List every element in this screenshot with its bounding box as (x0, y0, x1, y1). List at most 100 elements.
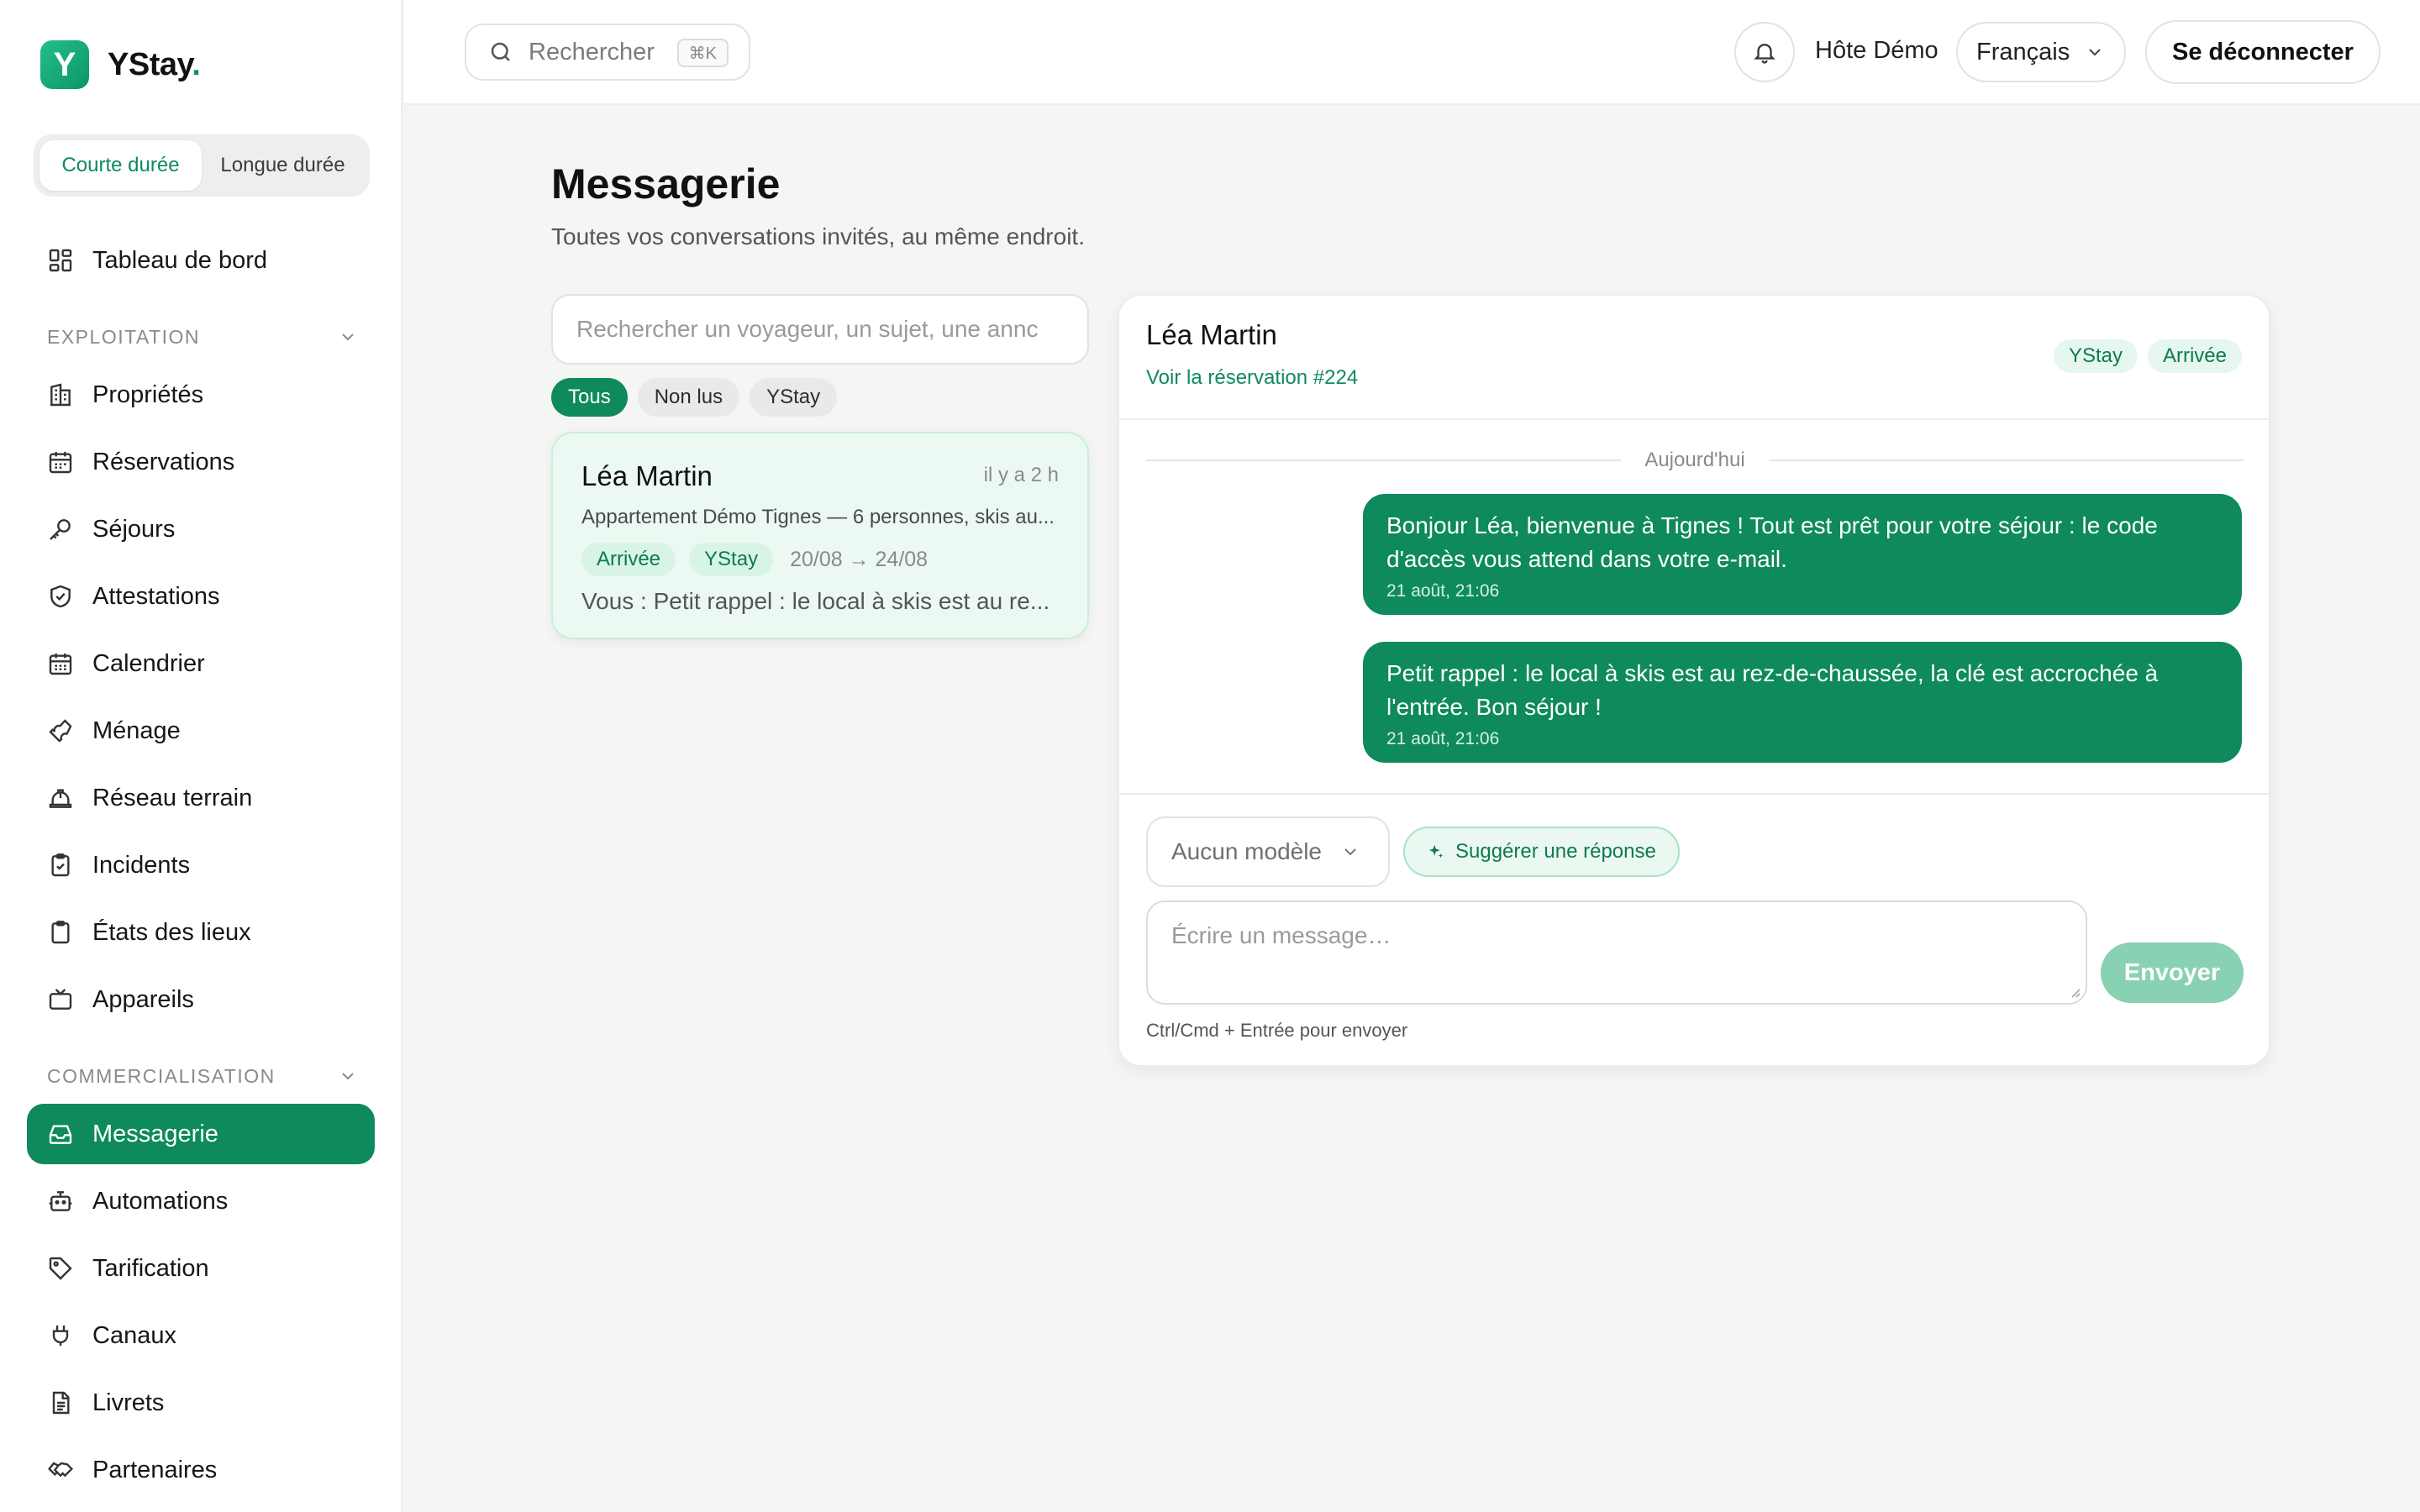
conversation-search-input[interactable]: Rechercher un voyageur, un sujet, une an… (551, 294, 1089, 365)
tab-short-term[interactable]: Courte durée (39, 140, 202, 191)
message-input[interactable]: Écrire un message… (1146, 900, 2087, 1005)
sidebar-item-label: Tableau de bord (92, 246, 267, 274)
divider (1768, 459, 2244, 461)
resize-handle-icon[interactable] (2067, 984, 2081, 998)
chevron-down-icon (342, 333, 354, 341)
clipboard-check-icon (51, 853, 70, 877)
search-placeholder: Rechercher (529, 38, 655, 66)
message-input-placeholder: Écrire un message… (1171, 922, 1392, 948)
sidebar-item-field-network[interactable]: Réseau terrain (27, 768, 375, 828)
notifications-button[interactable] (1734, 22, 1795, 82)
chat-panel: Léa Martin Voir la réservation #224 YSta… (1118, 294, 2270, 1067)
sidebar-item-channels[interactable]: Canaux (27, 1305, 375, 1366)
sidebar-item-label: Incidents (92, 851, 191, 879)
clipboard-icon (51, 921, 70, 944)
bot-icon (49, 1191, 72, 1211)
filter-unread[interactable]: Non lus (637, 378, 740, 417)
status-badge: Arrivée (581, 543, 676, 576)
brand-name-text: YStay (108, 46, 192, 82)
brand-name: YStay. (108, 46, 201, 83)
message-bubble: Petit rappel : le local à skis est au re… (1363, 642, 2242, 763)
calendar-grid-icon (49, 654, 72, 675)
sparkle-icon (1428, 844, 1444, 858)
suggest-reply-button[interactable]: Suggérer une réponse (1403, 827, 1680, 877)
tv-icon (49, 989, 72, 1010)
section-title: COMMERCIALISATION (47, 1064, 276, 1087)
message-bubble: Bonjour Léa, bienvenue à Tignes ! Tout e… (1363, 494, 2242, 615)
sidebar-item-certificates[interactable]: Attestations (27, 566, 375, 627)
status-badge: Arrivée (2147, 339, 2242, 373)
inbox-icon (49, 1125, 72, 1144)
language-select[interactable]: Français (1956, 22, 2126, 82)
shield-check-icon (50, 585, 71, 608)
chat-guest-name: Léa Martin (1146, 319, 1277, 350)
brand-mark-letter: Y (53, 45, 76, 83)
channel-badge: YStay (689, 543, 774, 576)
page-subtitle: Toutes vos conversations invités, au mêm… (551, 223, 1085, 249)
sidebar-item-label: Automations (92, 1187, 229, 1215)
handshake-icon (48, 1462, 74, 1478)
message-text: Bonjour Léa, bienvenue à Tignes ! Tout e… (1386, 512, 2158, 572)
sidebar-item-label: Livrets (92, 1389, 165, 1416)
sidebar-item-label: Partenaires (92, 1456, 218, 1483)
search-icon (491, 42, 510, 61)
rental-mode-toggle: Courte durée Longue durée (34, 134, 370, 197)
sidebar-item-label: Appareils (92, 985, 194, 1013)
section-commercialisation[interactable]: COMMERCIALISATION (47, 1059, 358, 1093)
section-exploitation[interactable]: EXPLOITATION (47, 320, 358, 354)
message-time: 21 août, 21:06 (1386, 729, 1500, 748)
sidebar-item-properties[interactable]: Propriétés (27, 365, 375, 425)
sidebar-item-devices[interactable]: Appareils (27, 969, 375, 1030)
template-value: Aucun modèle (1171, 838, 1323, 864)
brand[interactable]: Y YStay. (40, 40, 201, 89)
filter-ystay[interactable]: YStay (750, 378, 838, 417)
global-search[interactable]: Rechercher ⌘K (465, 24, 750, 81)
chevron-down-icon (1344, 848, 1356, 856)
conversation-time: il y a 2 h (983, 464, 1059, 486)
channel-badge: YStay (2053, 339, 2138, 373)
calendar-icon (49, 452, 72, 474)
sidebar-item-incidents[interactable]: Incidents (27, 835, 375, 895)
tag-icon (49, 1257, 72, 1280)
sidebar-item-stays[interactable]: Séjours (27, 499, 375, 559)
reservation-link[interactable]: Voir la réservation #224 (1146, 366, 1358, 390)
logout-button[interactable]: Se déconnecter (2145, 20, 2381, 84)
sidebar-item-label: Messagerie (92, 1120, 218, 1147)
dashboard-icon (49, 249, 72, 272)
brand-logo-icon: Y (40, 40, 89, 89)
sidebar-item-dashboard[interactable]: Tableau de bord (27, 230, 375, 291)
document-icon (52, 1391, 70, 1415)
chevron-down-icon (342, 1073, 354, 1080)
sidebar-item-label: Réseau terrain (92, 784, 253, 811)
tab-long-term[interactable]: Longue durée (202, 140, 364, 191)
brand-dot: . (192, 46, 201, 82)
page-title: Messagerie (551, 160, 781, 207)
sidebar-item-label: Attestations (92, 582, 220, 610)
sidebar-item-cleaning[interactable]: Ménage (27, 701, 375, 761)
template-select[interactable]: Aucun modèle (1146, 816, 1390, 887)
sidebar-item-reservations[interactable]: Réservations (27, 432, 375, 492)
filter-all[interactable]: Tous (551, 378, 628, 417)
conversation-item[interactable]: Léa Martin il y a 2 h Appartement Démo T… (551, 432, 1089, 639)
wrench-icon (49, 719, 72, 743)
chat-tags: YStay Arrivée (2053, 339, 2242, 373)
sidebar: Y YStay. Courte durée Longue durée Table… (0, 0, 402, 1512)
sidebar-item-automations[interactable]: Automations (27, 1171, 375, 1231)
sidebar-item-calendar[interactable]: Calendrier (27, 633, 375, 694)
section-title: EXPLOITATION (47, 325, 201, 348)
send-button[interactable]: Envoyer (2101, 942, 2244, 1003)
sidebar-item-partners[interactable]: Partenaires (27, 1440, 375, 1500)
chevron-down-icon (2089, 49, 2101, 56)
message-text: Petit rappel : le local à skis est au re… (1386, 660, 2159, 720)
sidebar-item-pricing[interactable]: Tarification (27, 1238, 375, 1299)
sidebar-item-guidebooks[interactable]: Livrets (27, 1373, 375, 1433)
suggest-reply-label: Suggérer une réponse (1455, 840, 1656, 863)
sidebar-item-messaging[interactable]: Messagerie (27, 1104, 375, 1164)
send-hint: Ctrl/Cmd + Entrée pour envoyer (1146, 1020, 1408, 1041)
sidebar-item-label: Réservations (92, 448, 235, 475)
conversation-tags: Arrivée YStay 20/08 → 24/08 (581, 543, 928, 576)
day-label: Aujourd'hui (1644, 449, 1745, 471)
conversation-guest-name: Léa Martin (581, 460, 713, 491)
hard-hat-icon (49, 789, 72, 808)
sidebar-item-inventories[interactable]: États des lieux (27, 902, 375, 963)
